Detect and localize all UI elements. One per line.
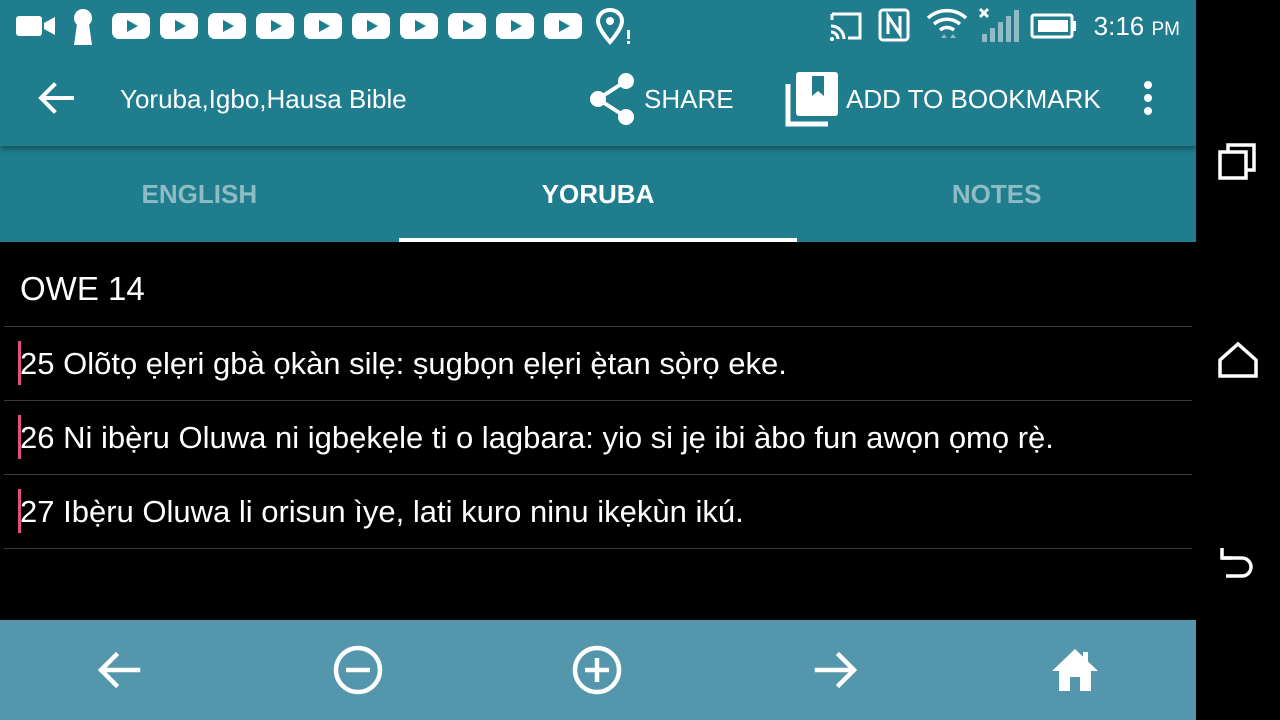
verse-text: 26 Ni ibẹ̀ru Oluwa ni igbẹkẹle ti o lagb…: [20, 419, 1054, 455]
bottom-navigation-bar: [0, 620, 1196, 720]
youtube-icon: [304, 13, 342, 39]
verse-item[interactable]: 27 Ibẹ̀ru Oluwa li orisun ìye, lati kuro…: [4, 474, 1192, 549]
next-arrow-icon[interactable]: [811, 645, 861, 695]
video-camera-icon: [16, 16, 55, 36]
tab-english[interactable]: ENGLISH: [0, 146, 399, 242]
verse-text: 27 Ibẹ̀ru Oluwa li orisun ìye, lati kuro…: [20, 493, 744, 529]
youtube-icon: [208, 13, 246, 39]
youtube-icon: [448, 13, 486, 39]
youtube-icon: [160, 13, 198, 39]
verse-marker: [18, 489, 21, 533]
more-options-icon[interactable]: [1132, 78, 1164, 118]
wifi-icon: [926, 8, 968, 38]
previous-arrow-icon[interactable]: [94, 645, 144, 695]
back-arrow-icon[interactable]: [36, 78, 76, 118]
cast-icon: [830, 12, 862, 41]
tab-notes[interactable]: NOTES: [797, 146, 1196, 242]
youtube-icon: [400, 13, 438, 39]
app-title: Yoruba,Igbo,Hausa Bible: [120, 84, 407, 114]
system-navigation-bar: [1196, 0, 1280, 720]
language-tabs: ENGLISH YORUBA NOTES: [0, 146, 1196, 242]
youtube-icon: [496, 13, 534, 39]
app-toolbar: Yoruba,Igbo,Hausa Bible SHARE ADD TO BOO…: [0, 52, 1196, 146]
tab-yoruba[interactable]: YORUBA: [398, 146, 798, 242]
cellular-off-icon: [978, 7, 1019, 42]
zoom-out-icon[interactable]: [333, 645, 383, 695]
status-bar: 3:16 PM: [0, 0, 1196, 52]
verse-list: 25 Olõtọ ẹlẹri gbà ọkàn silẹ: ṣugbọn ẹlẹ…: [4, 326, 1192, 549]
youtube-icon: [544, 13, 582, 39]
share-button[interactable]: SHARE: [586, 70, 734, 128]
chapter-content: OWE 14 25 Olõtọ ẹlẹri gbà ọkàn silẹ: ṣug…: [0, 242, 1196, 620]
youtube-icon: [352, 13, 390, 39]
keyhole-icon: [74, 9, 92, 45]
battery-icon: [1030, 13, 1076, 39]
home-icon[interactable]: [1050, 645, 1100, 695]
verse-marker: [18, 415, 21, 459]
chapter-title: OWE 14: [20, 270, 145, 307]
bookmark-label: ADD TO BOOKMARK: [846, 83, 1101, 114]
youtube-icon: [256, 13, 294, 39]
verse-item[interactable]: 26 Ni ibẹ̀ru Oluwa ni igbẹkẹle ti o lagb…: [4, 400, 1192, 474]
location-alert-icon: [596, 8, 630, 45]
home-nav-icon[interactable]: [1216, 338, 1260, 382]
recent-apps-icon[interactable]: [1216, 140, 1260, 184]
youtube-icon: [112, 13, 150, 39]
share-icon: [590, 73, 634, 125]
nfc-icon: [878, 8, 910, 42]
back-nav-icon[interactable]: [1216, 538, 1260, 582]
share-label: SHARE: [644, 83, 734, 114]
bookmark-library-icon: [785, 72, 838, 127]
add-to-bookmark-button[interactable]: ADD TO BOOKMARK: [784, 70, 1101, 128]
verse-item[interactable]: 25 Olõtọ ẹlẹri gbà ọkàn silẹ: ṣugbọn ẹlẹ…: [4, 326, 1192, 400]
zoom-in-icon[interactable]: [572, 645, 622, 695]
verse-marker: [18, 341, 21, 385]
app-window: 3:16 PM Yoruba,Igbo,Hausa Bible SHARE AD…: [0, 0, 1196, 720]
status-time: 3:16 PM: [1093, 11, 1180, 41]
verse-text: 25 Olõtọ ẹlẹri gbà ọkàn silẹ: ṣugbọn ẹlẹ…: [20, 345, 787, 381]
